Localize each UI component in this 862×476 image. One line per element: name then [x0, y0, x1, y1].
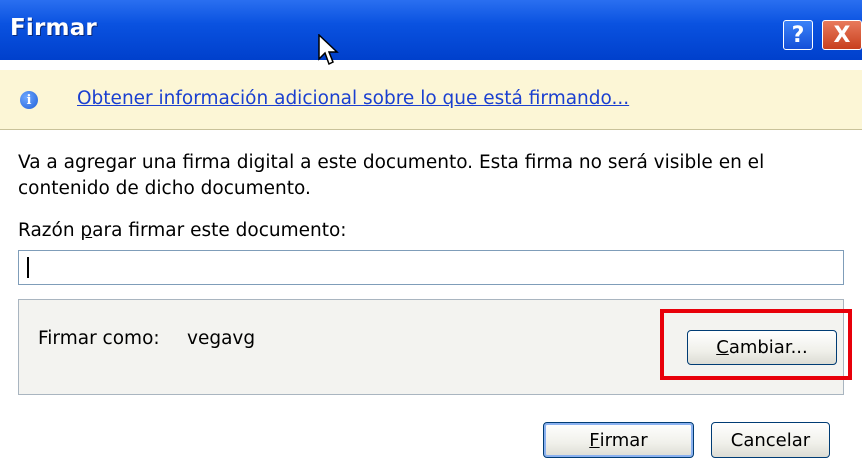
reason-label-prefix: Razón: [18, 220, 81, 241]
reason-label: Razón para firmar este documento:: [18, 220, 347, 241]
reason-input[interactable]: [18, 250, 844, 285]
help-icon: ?: [791, 22, 805, 48]
change-button[interactable]: Cambiar...: [687, 330, 837, 365]
cancel-button-label: Cancelar: [730, 429, 811, 451]
cancel-button[interactable]: Cancelar: [711, 422, 830, 458]
title-bar: Firmar ? X: [0, 0, 862, 60]
sign-as-label: Firmar como:: [38, 328, 160, 349]
help-button[interactable]: ?: [783, 20, 813, 50]
close-icon: X: [833, 22, 851, 48]
signer-name: vegavg: [187, 328, 256, 349]
sign-button-accelerator: F: [589, 429, 600, 451]
window-title: Firmar: [10, 15, 97, 41]
change-button-accelerator: C: [716, 337, 729, 358]
reason-label-accelerator: p: [80, 220, 93, 241]
description-text: Va a agregar una firma digital a este do…: [18, 152, 765, 199]
mouse-cursor-icon: [318, 34, 339, 66]
more-info-link[interactable]: Obtener información adicional sobre lo q…: [77, 88, 629, 109]
close-button[interactable]: X: [822, 20, 862, 50]
change-button-label: ambiar...: [728, 337, 808, 358]
sign-button[interactable]: Firmar: [543, 422, 694, 458]
reason-label-suffix: ara firmar este documento:: [92, 220, 347, 241]
info-bar: i Obtener información adicional sobre lo…: [0, 70, 862, 130]
text-caret: [27, 257, 29, 278]
sign-button-label: irmar: [599, 429, 648, 451]
info-icon: i: [20, 91, 38, 109]
